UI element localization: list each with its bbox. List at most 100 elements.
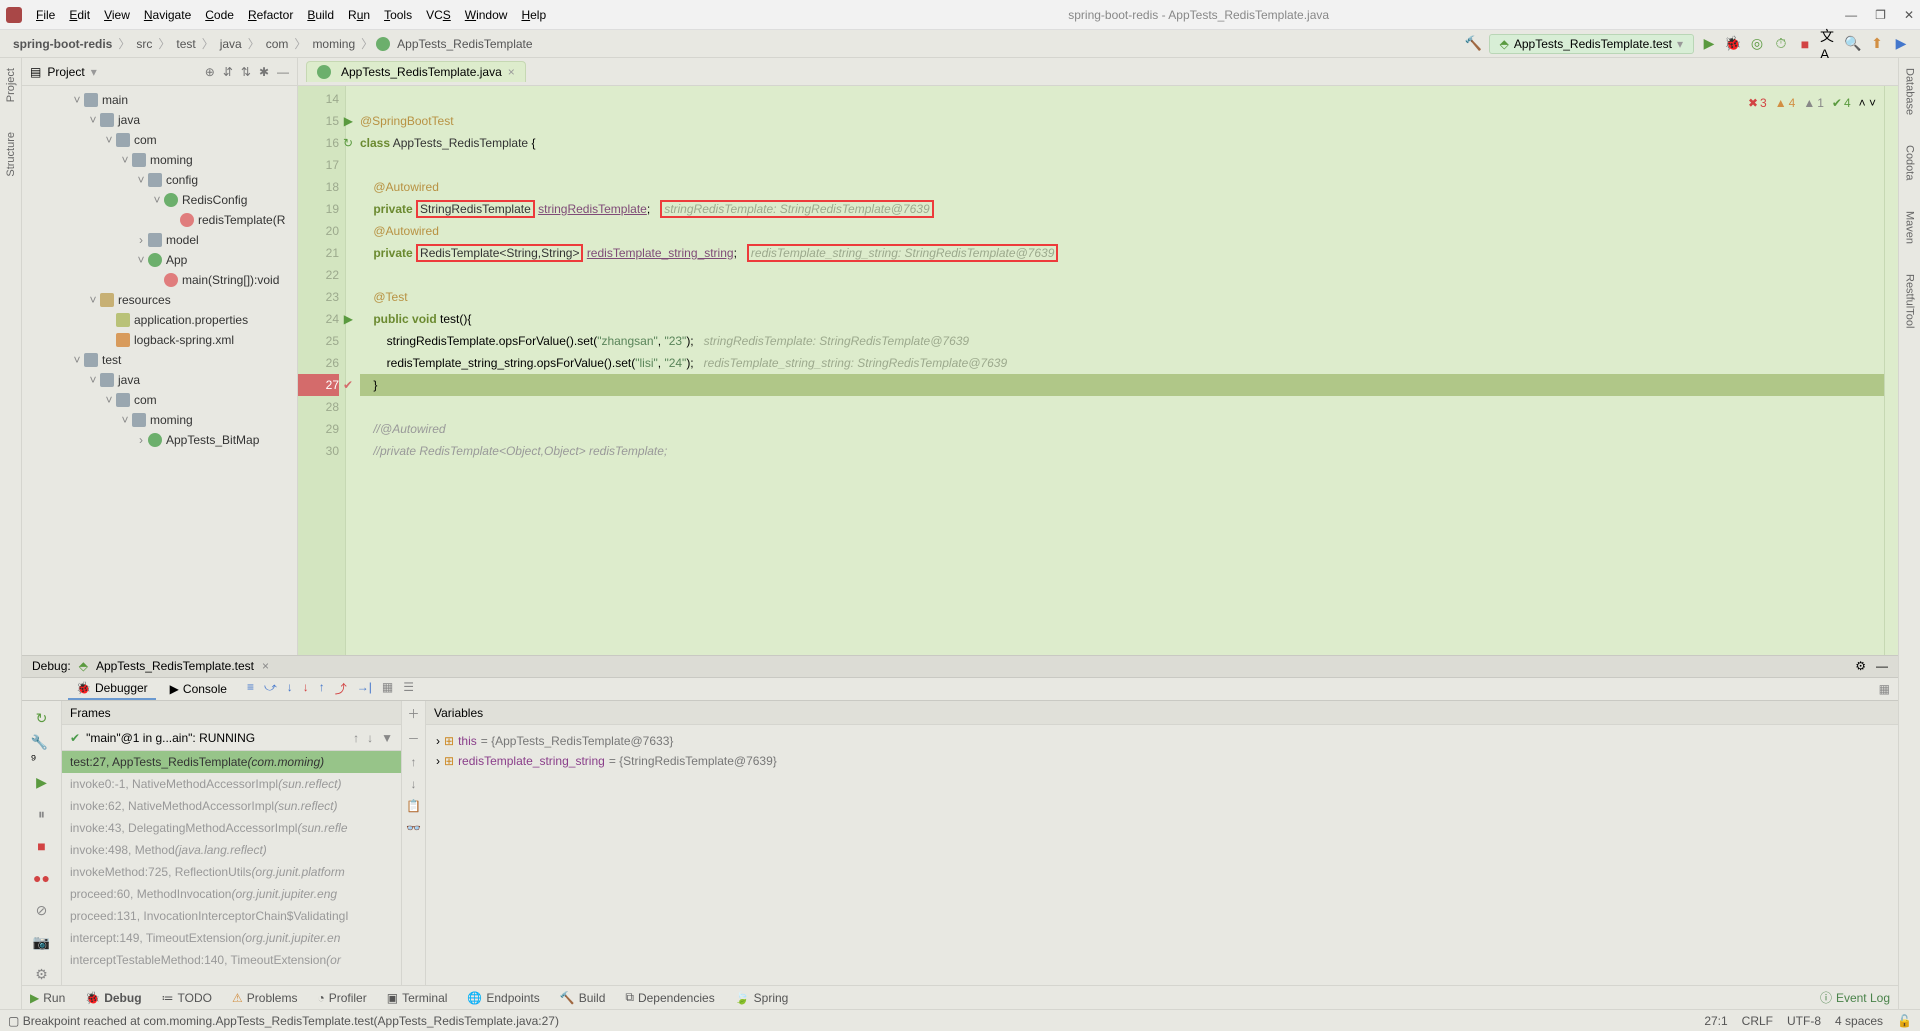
tree-node[interactable]: main(String[]):void — [22, 270, 297, 290]
stop-debug-icon[interactable]: ■ — [31, 835, 53, 857]
bt-terminal[interactable]: ▣ Terminal — [387, 991, 448, 1005]
debug-icon[interactable]: 🐞 — [1724, 35, 1742, 53]
menu-help[interactable]: Help — [515, 6, 552, 24]
tree-node[interactable]: ›AppTests_BitMap — [22, 430, 297, 450]
modify-run-icon[interactable]: 🔧⁹ — [31, 739, 53, 761]
up-watch-icon[interactable]: ↑ — [411, 755, 417, 769]
project-tree[interactable]: ˅main˅java˅com˅moming˅config˅RedisConfig… — [22, 86, 297, 655]
menu-run[interactable]: Run — [342, 6, 376, 24]
collapse-icon[interactable]: ⇅ — [241, 65, 251, 79]
copy-watch-icon[interactable]: 📋 — [406, 799, 421, 813]
bt-problems[interactable]: ⚠Problems — [232, 991, 297, 1005]
status-pos[interactable]: 27:1 — [1704, 1014, 1727, 1028]
bt-profiler[interactable]: ◔ Profiler — [317, 991, 366, 1005]
tree-node[interactable]: ˅config — [22, 170, 297, 190]
new-watch-icon[interactable]: ＋ — [407, 705, 419, 722]
menu-code[interactable]: Code — [199, 6, 240, 24]
tab-close-icon[interactable]: × — [508, 65, 515, 79]
step-out-icon[interactable]: ↑ — [319, 680, 325, 697]
resume-icon[interactable]: ▶ — [31, 771, 53, 793]
status-lock-icon[interactable]: 🔓 — [1897, 1014, 1912, 1028]
pause-icon[interactable]: ⏸ — [31, 803, 53, 825]
down-watch-icon[interactable]: ↓ — [411, 777, 417, 791]
forward-icon[interactable]: ▶ — [1892, 35, 1910, 53]
evaluate-icon[interactable]: ▦ — [382, 680, 393, 697]
editor-tab[interactable]: AppTests_RedisTemplate.java × — [306, 61, 526, 82]
menu-file[interactable]: File — [30, 6, 61, 24]
build-icon[interactable]: 🔨 — [1465, 35, 1483, 53]
rail-codota[interactable]: Codota — [1904, 145, 1916, 180]
hide-icon[interactable]: — — [277, 65, 289, 79]
force-step-into-icon[interactable]: ↓ — [303, 680, 309, 697]
tree-node[interactable]: ˅resources — [22, 290, 297, 310]
menu-navigate[interactable]: Navigate — [138, 6, 197, 24]
run-icon[interactable]: ▶ — [1700, 35, 1718, 53]
mute-bp-icon[interactable]: ⊘ — [31, 899, 53, 921]
remove-watch-icon[interactable]: － — [407, 730, 419, 747]
frame-row[interactable]: invoke0:-1, NativeMethodAccessorImpl (su… — [62, 773, 401, 795]
tree-node[interactable]: ˅com — [22, 390, 297, 410]
tab-debugger[interactable]: 🐞 Debugger — [68, 678, 156, 700]
profile-icon[interactable]: ⏱ — [1772, 35, 1790, 53]
crumb-0[interactable]: spring-boot-redis — [10, 37, 115, 51]
tree-node[interactable]: ˅App — [22, 250, 297, 270]
menu-window[interactable]: Window — [459, 6, 514, 24]
crumb-3[interactable]: java — [217, 37, 245, 51]
crumb-2[interactable]: test — [173, 37, 198, 51]
tree-node[interactable]: ›model — [22, 230, 297, 250]
status-eol[interactable]: CRLF — [1742, 1014, 1773, 1028]
search-icon[interactable]: 🔍 — [1844, 35, 1862, 53]
tree-node[interactable]: ˅moming — [22, 410, 297, 430]
show-watches-icon[interactable]: 👓 — [406, 821, 421, 835]
thread-label[interactable]: "main"@1 in g...ain": RUNNING — [86, 731, 255, 745]
rail-maven[interactable]: Maven — [1904, 211, 1916, 244]
view-breakpoints-icon[interactable]: ●● — [31, 867, 53, 889]
crumb-1[interactable]: src — [133, 37, 155, 51]
frame-row[interactable]: test:27, AppTests_RedisTemplate (com.mom… — [62, 751, 401, 773]
bt-eventlog[interactable]: ⓘ Event Log — [1820, 989, 1890, 1006]
bt-spring[interactable]: 🍃Spring — [735, 991, 789, 1005]
dump-icon[interactable]: 📷 — [31, 931, 53, 953]
rail-structure[interactable]: Structure — [5, 132, 17, 177]
step-over-icon[interactable]: ⤻ — [264, 680, 277, 697]
menu-tools[interactable]: Tools — [378, 6, 418, 24]
variable-row[interactable]: › ⊞ this = {AppTests_RedisTemplate@7633} — [436, 731, 1888, 751]
frame-row[interactable]: intercept:149, TimeoutExtension (org.jun… — [62, 927, 401, 949]
debug-hide-icon[interactable]: — — [1876, 659, 1888, 673]
stop-icon[interactable]: ■ — [1796, 35, 1814, 53]
tree-node[interactable]: ˅test — [22, 350, 297, 370]
tree-node[interactable]: ˅main — [22, 90, 297, 110]
step-into-icon[interactable]: ↓ — [287, 680, 293, 697]
update-icon[interactable]: ⬆ — [1868, 35, 1886, 53]
minimize-button[interactable]: — — [1845, 8, 1857, 22]
tree-node[interactable]: logback-spring.xml — [22, 330, 297, 350]
prev-frame-icon[interactable]: ↑ — [353, 731, 359, 745]
run-to-cursor-icon[interactable]: →| — [357, 680, 372, 697]
frames-list[interactable]: test:27, AppTests_RedisTemplate (com.mom… — [62, 751, 401, 985]
menu-refactor[interactable]: Refactor — [242, 6, 299, 24]
bt-deps[interactable]: ⧉ Dependencies — [625, 990, 714, 1005]
bt-debug[interactable]: 🐞Debug — [85, 991, 141, 1005]
crumb-5[interactable]: moming — [309, 37, 358, 51]
bt-run[interactable]: ▶Run — [30, 991, 65, 1005]
trace-icon[interactable]: ☰ — [403, 680, 414, 697]
rail-project[interactable]: Project — [5, 68, 17, 102]
debug-settings-icon[interactable]: ⚙ — [1855, 659, 1866, 673]
error-stripe[interactable] — [1884, 86, 1898, 655]
rerun-icon[interactable]: ↻ — [31, 707, 53, 729]
frame-row[interactable]: interceptTestableMethod:140, TimeoutExte… — [62, 949, 401, 971]
variables-list[interactable]: › ⊞ this = {AppTests_RedisTemplate@7633}… — [426, 725, 1898, 985]
frame-row[interactable]: invokeMethod:725, ReflectionUtils (org.j… — [62, 861, 401, 883]
frame-row[interactable]: proceed:131, InvocationInterceptorChain$… — [62, 905, 401, 927]
next-frame-icon[interactable]: ↓ — [367, 731, 373, 745]
coverage-icon[interactable]: ◎ — [1748, 35, 1766, 53]
menu-view[interactable]: View — [98, 6, 136, 24]
maximize-button[interactable]: ❐ — [1875, 8, 1886, 22]
bt-todo[interactable]: ≔ TODO — [162, 991, 212, 1005]
rail-restfultool[interactable]: RestfulTool — [1904, 274, 1916, 328]
show-exec-icon[interactable]: ≡ — [247, 680, 254, 697]
crumb-4[interactable]: com — [263, 37, 292, 51]
status-indent[interactable]: 4 spaces — [1835, 1014, 1883, 1028]
tree-node[interactable]: ˅com — [22, 130, 297, 150]
drop-frame-icon[interactable]: ⤴ — [335, 680, 347, 697]
